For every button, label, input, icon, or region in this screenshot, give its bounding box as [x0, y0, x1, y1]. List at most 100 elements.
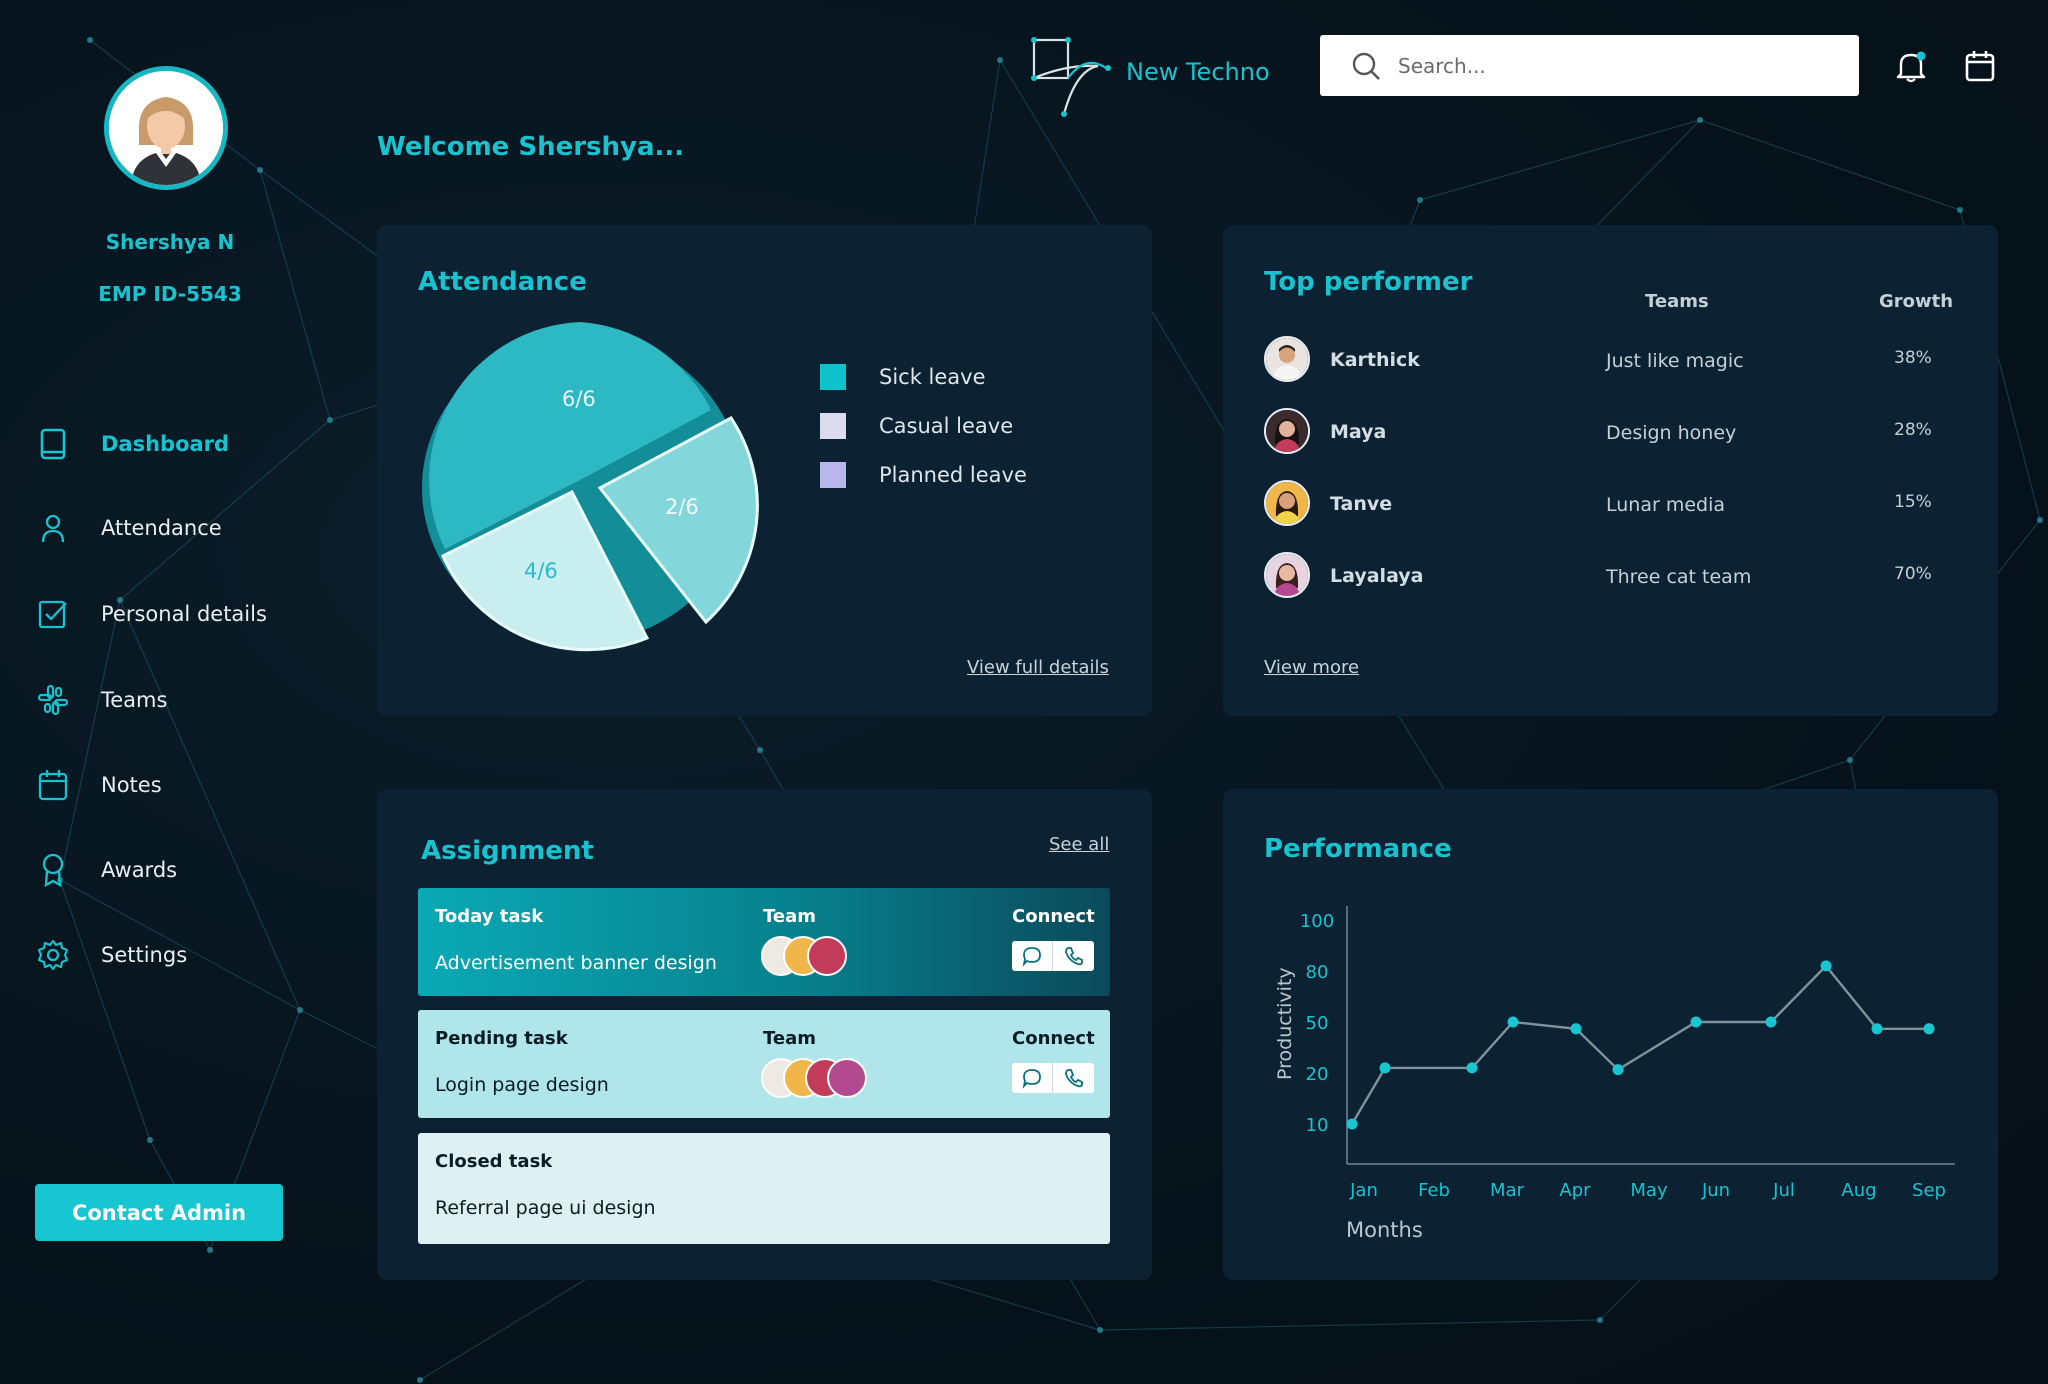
background-node	[1847, 757, 1853, 763]
performer-row[interactable]: Layalaya Three cat team 70%	[1264, 552, 1954, 600]
x-tick-label: Jan	[1349, 1180, 1378, 1201]
data-point	[1570, 1023, 1582, 1035]
see-all-link[interactable]: See all	[1049, 834, 1109, 855]
attendance-pie-chart: 6/6 2/6 4/6	[422, 322, 759, 652]
chat-icon[interactable]	[1012, 941, 1053, 971]
search-box[interactable]	[1320, 35, 1859, 96]
award-icon	[34, 851, 72, 889]
legend-label: Sick leave	[879, 365, 986, 389]
chat-icon[interactable]	[1012, 1063, 1053, 1093]
x-tick-label: Jun	[1701, 1180, 1730, 1201]
background-line	[1419, 119, 1701, 201]
y-tick-label: 100	[1300, 911, 1334, 932]
checkbox-icon	[34, 595, 72, 633]
phone-icon[interactable]	[1053, 1063, 1094, 1093]
avatar	[807, 936, 847, 976]
sidebar-item-notes[interactable]: Notes	[34, 765, 334, 805]
data-point	[1765, 1016, 1777, 1028]
background-node	[87, 37, 93, 43]
sidebar-item-label: Awards	[101, 858, 178, 882]
x-tick-label: Aug	[1841, 1180, 1876, 1201]
x-tick-label: Jul	[1772, 1180, 1795, 1201]
employee-id: EMP ID-5543	[98, 282, 242, 306]
legend-swatch	[820, 462, 846, 488]
bell-icon[interactable]	[1894, 48, 1928, 84]
background-node	[2037, 517, 2043, 523]
background-line	[1699, 119, 1961, 211]
task-description: Advertisement banner design	[435, 952, 717, 974]
data-point	[1690, 1016, 1702, 1028]
task-title: Today task	[435, 906, 544, 927]
search-input[interactable]	[1398, 53, 1818, 78]
performer-row[interactable]: Tanve Lunar media 15%	[1264, 480, 1954, 528]
performer-name: Tanve	[1330, 493, 1393, 515]
y-axis-label: Productivity	[1274, 967, 1296, 1080]
closed-task-card[interactable]: Closed task Referral page ui design	[418, 1133, 1110, 1244]
pending-task-card[interactable]: Pending task Login page design Team Conn…	[418, 1010, 1110, 1118]
performer-growth: 38%	[1894, 348, 1932, 368]
view-full-details-link[interactable]: View full details	[967, 657, 1109, 678]
sidebar-item-awards[interactable]: Awards	[34, 850, 334, 890]
performer-name: Layalaya	[1330, 565, 1424, 587]
slice-label-6-6: 6/6	[562, 387, 596, 411]
teams-column-header: Teams	[1645, 291, 1709, 312]
gear-icon	[34, 936, 72, 974]
performer-row[interactable]: Maya Design honey 28%	[1264, 408, 1954, 456]
team-label: Team	[763, 1028, 816, 1049]
x-tick-label: Sep	[1912, 1180, 1946, 1201]
legend-casual-leave: Casual leave	[820, 413, 1013, 439]
background-node	[1597, 1317, 1603, 1323]
sidebar-item-label: Notes	[101, 773, 162, 797]
phone-icon[interactable]	[1053, 941, 1094, 971]
sidebar-item-personal-details[interactable]: Personal details	[34, 594, 334, 634]
performance-title: Performance	[1264, 834, 1452, 864]
book-icon	[34, 425, 72, 463]
sidebar-item-teams[interactable]: Teams	[34, 680, 334, 720]
legend-sick-leave: Sick leave	[820, 364, 986, 390]
task-description: Referral page ui design	[435, 1197, 656, 1219]
background-node	[297, 1007, 303, 1013]
legend-planned-leave: Planned leave	[820, 462, 1027, 488]
avatar[interactable]	[104, 66, 228, 190]
y-tick-label: 50	[1306, 1013, 1329, 1034]
search-icon	[1352, 52, 1380, 80]
profile-name: Shershya N	[105, 230, 235, 254]
sidebar-item-dashboard[interactable]: Dashboard	[34, 424, 334, 464]
sidebar-item-label: Dashboard	[101, 432, 230, 456]
performer-growth: 15%	[1894, 492, 1932, 512]
avatar	[1264, 480, 1310, 526]
sidebar-item-label: Settings	[101, 943, 188, 967]
legend-swatch	[820, 364, 846, 390]
performer-team: Design honey	[1606, 422, 1737, 444]
x-tick-label: Mar	[1490, 1180, 1525, 1201]
growth-column-header: Growth	[1879, 291, 1954, 312]
background-line	[59, 879, 151, 1141]
calendar-icon[interactable]	[1963, 48, 1997, 84]
assignment-title: Assignment	[421, 836, 594, 866]
today-task-card[interactable]: Today task Advertisement banner design T…	[418, 888, 1110, 996]
legend-label: Casual leave	[879, 414, 1014, 438]
background-node	[1097, 1327, 1103, 1333]
avatar	[1264, 552, 1310, 598]
view-more-link[interactable]: View more	[1264, 657, 1359, 678]
sidebar-item-attendance[interactable]: Attendance	[34, 508, 334, 548]
welcome-message: Welcome Shershya...	[377, 132, 685, 162]
connect-buttons	[1012, 941, 1094, 971]
avatar	[827, 1058, 867, 1098]
background-node	[1957, 207, 1963, 213]
performer-growth: 28%	[1894, 420, 1932, 440]
sidebar-item-settings[interactable]: Settings	[34, 935, 334, 975]
data-point	[1466, 1062, 1478, 1074]
slice-label-4-6: 4/6	[524, 559, 558, 583]
team-label: Team	[763, 906, 816, 927]
y-tick-label: 20	[1306, 1064, 1329, 1085]
background-node	[417, 1377, 423, 1383]
attendance-title: Attendance	[418, 267, 587, 297]
performer-row[interactable]: Karthick Just like magic 38%	[1264, 336, 1954, 384]
x-tick-label: May	[1630, 1180, 1668, 1201]
top-performer-title: Top performer	[1264, 267, 1473, 297]
data-point	[1923, 1023, 1935, 1035]
background-node	[1697, 117, 1703, 123]
contact-admin-button[interactable]: Contact Admin	[35, 1184, 283, 1241]
avatar	[1264, 336, 1310, 382]
